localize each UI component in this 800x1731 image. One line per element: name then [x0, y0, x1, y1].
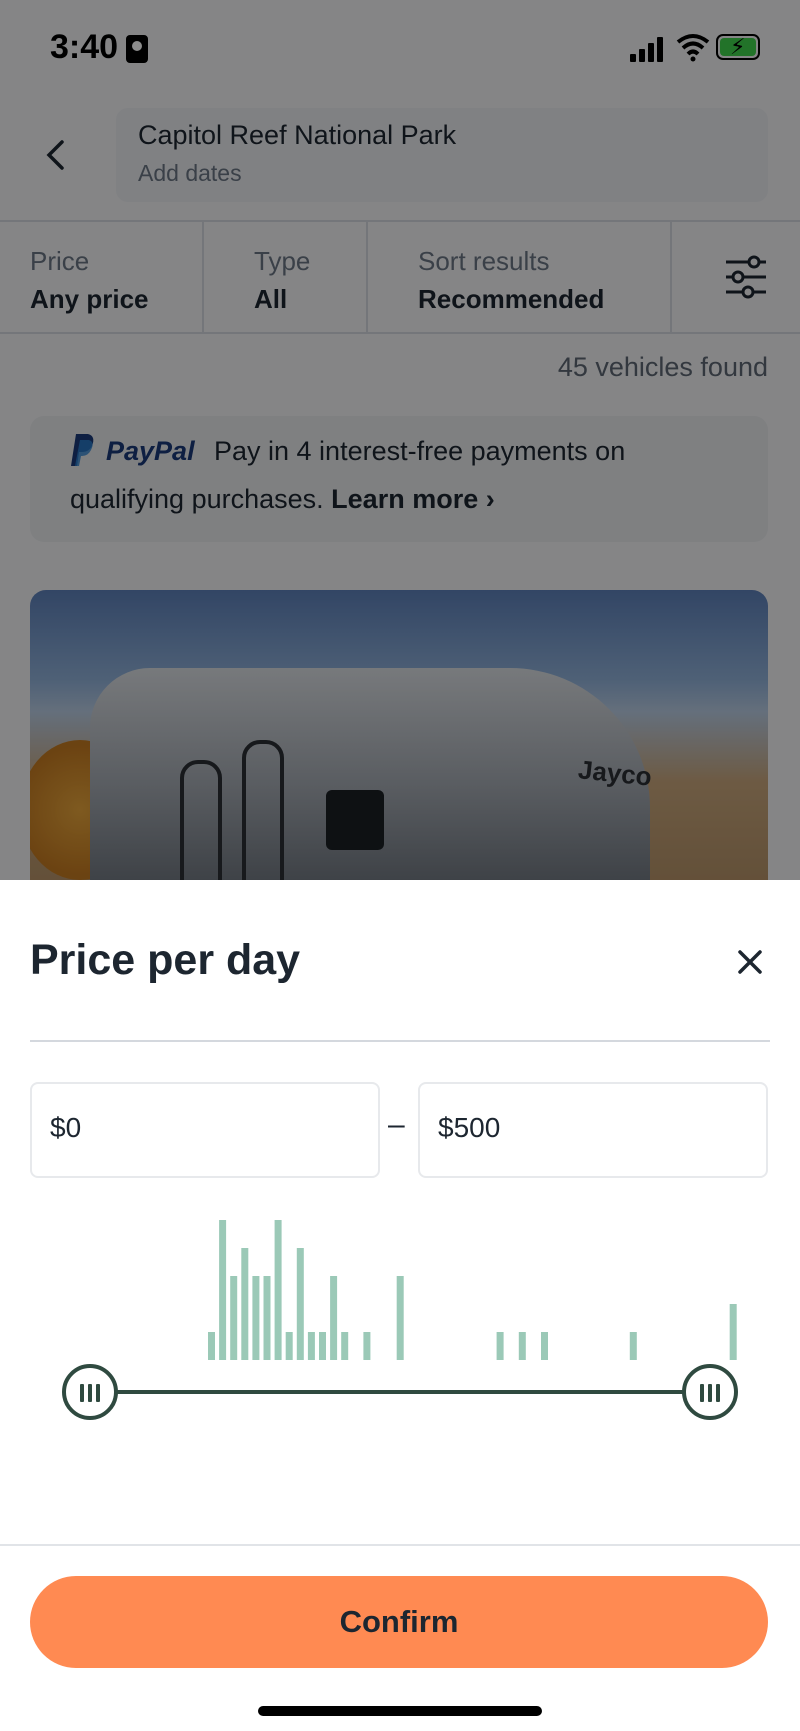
max-price-field[interactable]: $500	[418, 1082, 768, 1178]
slider-track	[90, 1390, 710, 1394]
histogram-bar	[319, 1332, 326, 1360]
histogram-bar	[219, 1220, 227, 1360]
histogram-bar	[363, 1332, 371, 1360]
histogram-bar	[296, 1248, 304, 1360]
histogram-bar	[518, 1332, 526, 1360]
price-bottom-sheet: Price per day $0 – $500 Confirm	[0, 880, 800, 1731]
histogram-bar	[285, 1332, 293, 1360]
histogram-bar	[541, 1332, 548, 1360]
min-slider-handle[interactable]	[62, 1364, 118, 1420]
histogram-bar	[263, 1276, 271, 1360]
sheet-title: Price per day	[30, 936, 301, 984]
histogram-bar	[307, 1332, 315, 1360]
sheet-divider	[30, 1040, 770, 1042]
histogram-bar	[230, 1276, 238, 1360]
confirm-label: Confirm	[339, 1604, 459, 1639]
histogram-bar	[341, 1332, 349, 1360]
histogram-bar	[729, 1304, 737, 1360]
close-icon[interactable]	[732, 944, 768, 980]
price-histogram	[208, 1220, 737, 1360]
histogram-bar	[252, 1276, 260, 1360]
min-price-value: $0	[50, 1112, 82, 1143]
histogram-bar	[208, 1332, 215, 1360]
max-price-value: $500	[438, 1112, 501, 1143]
histogram-bar	[496, 1332, 504, 1360]
histogram-bar	[274, 1220, 282, 1360]
dim-overlay[interactable]	[0, 0, 800, 880]
confirm-button[interactable]: Confirm	[30, 1576, 768, 1668]
range-separator: –	[388, 1108, 405, 1141]
histogram-bar	[241, 1248, 249, 1360]
histogram-bar	[330, 1276, 338, 1360]
min-price-field[interactable]: $0	[30, 1082, 380, 1178]
max-slider-handle[interactable]	[682, 1364, 738, 1420]
home-indicator	[258, 1706, 542, 1716]
histogram-bar	[629, 1332, 637, 1360]
footer-divider	[0, 1544, 800, 1546]
histogram-bar	[396, 1276, 404, 1360]
